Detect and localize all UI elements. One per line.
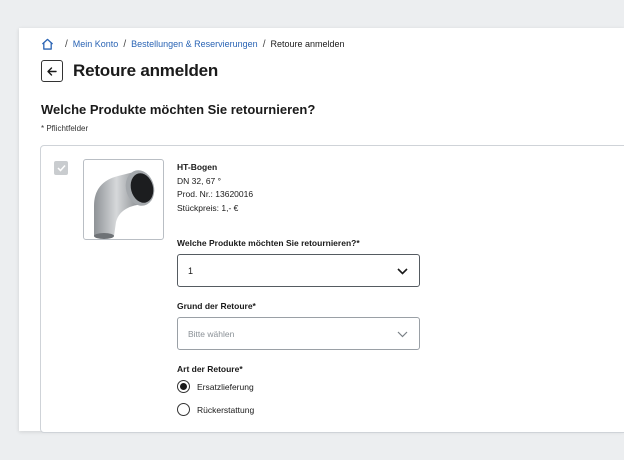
radio-option-ersatzlieferung[interactable]: Ersatzlieferung	[177, 380, 254, 393]
quantity-select[interactable]: 1	[177, 254, 420, 287]
quantity-label: Welche Produkte möchten Sie retournieren…	[177, 238, 360, 248]
reason-select[interactable]: Bitte wählen	[177, 317, 420, 350]
radio-label: Rückerstattung	[197, 404, 255, 415]
return-type-label: Art der Retoure*	[177, 364, 243, 374]
radio-button[interactable]	[177, 403, 190, 416]
product-image	[83, 159, 164, 240]
product-name: HT-Bogen	[177, 162, 218, 172]
radio-dot	[180, 383, 187, 390]
checkmark-icon	[56, 164, 66, 172]
page-header: Retoure anmelden	[41, 60, 218, 82]
required-fields-note: * Pflichtfelder	[41, 124, 89, 133]
chevron-down-icon	[397, 268, 408, 275]
pipe-bend-image	[94, 170, 155, 239]
breadcrumb-separator: /	[65, 38, 68, 50]
radio-option-rueckerstattung[interactable]: Rückerstattung	[177, 403, 254, 416]
section-title: Welche Produkte möchten Sie retournieren…	[41, 102, 316, 117]
chevron-down-icon	[397, 331, 408, 338]
quantity-value: 1	[188, 265, 194, 276]
breadcrumb-link-bestellungen[interactable]: Bestellungen & Reservierungen	[131, 39, 258, 49]
reason-label: Grund der Retoure*	[177, 301, 256, 311]
radio-button-selected[interactable]	[177, 380, 190, 393]
breadcrumb-current: Retoure anmelden	[270, 39, 345, 49]
reason-placeholder: Bitte wählen	[188, 328, 235, 339]
page-container: / Mein Konto / Bestellungen & Reservieru…	[19, 28, 624, 433]
product-info: HT-Bogen DN 32, 67 ° Prod. Nr.: 13620016…	[177, 161, 253, 215]
back-button[interactable]	[41, 60, 63, 82]
breadcrumb-separator: /	[262, 38, 266, 50]
breadcrumb-separator: /	[123, 38, 127, 50]
arrow-left-icon	[47, 66, 57, 76]
radio-label: Ersatzlieferung	[197, 381, 254, 392]
product-checkbox[interactable]	[54, 161, 68, 175]
breadcrumb-link-mein-konto[interactable]: Mein Konto	[73, 39, 119, 49]
page-title: Retoure anmelden	[73, 61, 219, 80]
home-icon[interactable]	[41, 38, 54, 50]
product-spec: DN 32, 67 °	[177, 175, 222, 186]
product-price: Stückpreis: 1,- €	[177, 202, 239, 213]
product-card: HT-Bogen DN 32, 67 ° Prod. Nr.: 13620016…	[40, 145, 624, 433]
breadcrumb: / Mein Konto / Bestellungen & Reservieru…	[41, 38, 345, 50]
product-number: Prod. Nr.: 13620016	[177, 189, 254, 199]
